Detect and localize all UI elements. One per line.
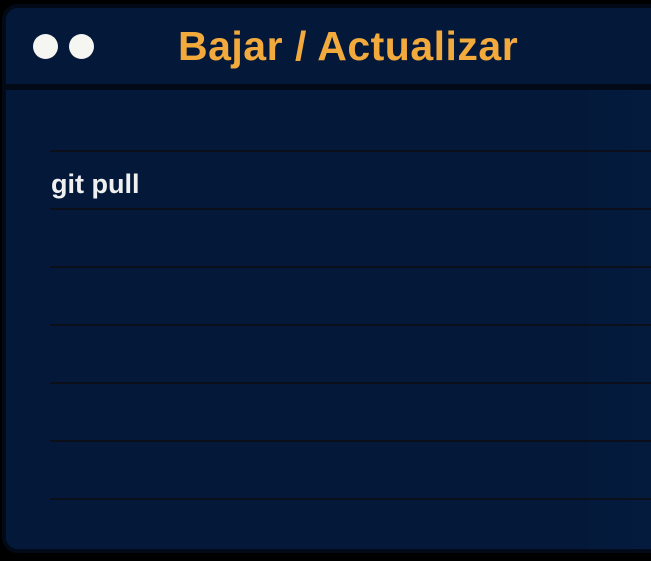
ruled-line [50, 150, 651, 152]
notebook-area: git pull [6, 90, 651, 549]
ruled-line [50, 324, 651, 326]
ruled-line [50, 208, 651, 210]
window-title: Bajar / Actualizar [178, 23, 519, 69]
command-text: git pull [51, 169, 140, 199]
window-dot-icon[interactable] [69, 34, 94, 59]
ruled-line [50, 498, 651, 500]
window: Bajar / Actualizar git pull [2, 4, 651, 553]
title-bar: Bajar / Actualizar [6, 8, 651, 90]
ruled-line [50, 382, 651, 384]
window-dot-icon[interactable] [33, 34, 58, 59]
ruled-line [50, 440, 651, 442]
ruled-line [50, 266, 651, 268]
